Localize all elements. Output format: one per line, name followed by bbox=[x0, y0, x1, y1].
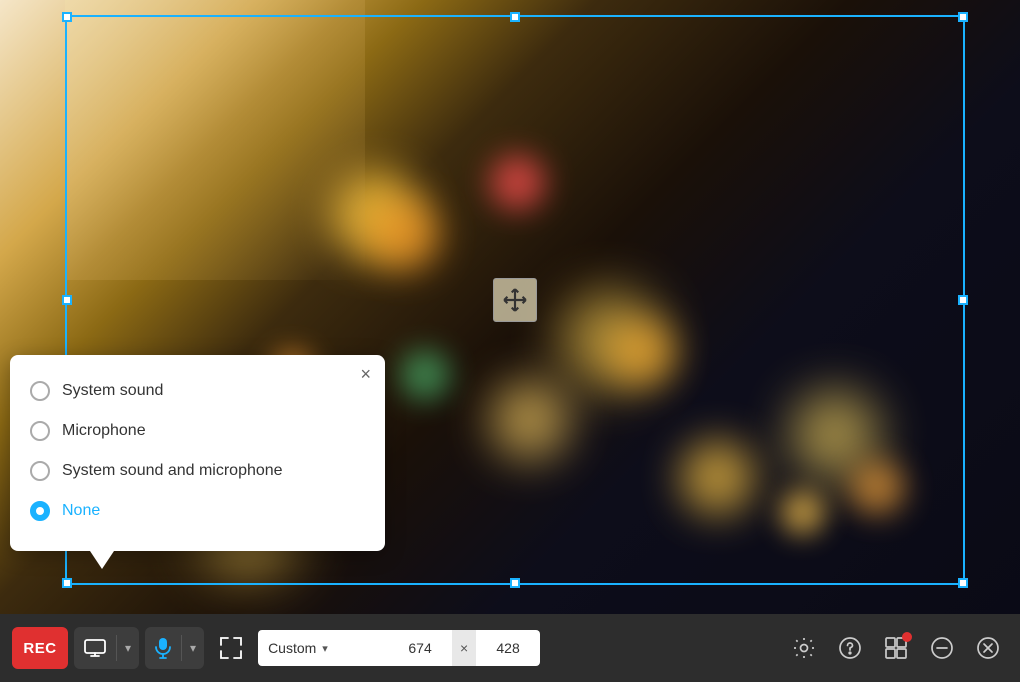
screen-chevron-icon: ▾ bbox=[125, 641, 131, 655]
dimension-controls: Custom ▾ × bbox=[258, 630, 540, 666]
mic-chevron-icon: ▾ bbox=[190, 641, 196, 655]
handle-bottom-left[interactable] bbox=[62, 578, 72, 588]
minimize-button[interactable] bbox=[922, 628, 962, 668]
option-none[interactable]: None bbox=[30, 491, 365, 531]
handle-top-center[interactable] bbox=[510, 12, 520, 22]
close-button[interactable] bbox=[968, 628, 1008, 668]
audio-popup: × System sound Microphone System sound a… bbox=[10, 355, 385, 551]
handle-middle-left[interactable] bbox=[62, 295, 72, 305]
width-input[interactable] bbox=[388, 630, 452, 666]
rec-button[interactable]: REC bbox=[12, 627, 68, 669]
settings-button[interactable] bbox=[784, 628, 824, 668]
microphone-button[interactable] bbox=[145, 627, 181, 669]
radio-none[interactable] bbox=[30, 501, 50, 521]
option-system-and-mic[interactable]: System sound and microphone bbox=[30, 451, 365, 491]
toolbar: REC ▾ ▾ bbox=[0, 614, 1020, 682]
option-system-sound-label: System sound bbox=[62, 382, 163, 400]
preset-dropdown[interactable]: Custom ▾ bbox=[258, 630, 388, 666]
popup-close-button[interactable]: × bbox=[360, 365, 371, 383]
microphone-group: ▾ bbox=[145, 627, 204, 669]
layout-button[interactable] bbox=[876, 628, 916, 668]
radio-system-and-mic[interactable] bbox=[30, 461, 50, 481]
handle-middle-right[interactable] bbox=[958, 295, 968, 305]
preset-label: Custom bbox=[268, 640, 316, 656]
handle-bottom-center[interactable] bbox=[510, 578, 520, 588]
move-handle[interactable] bbox=[493, 278, 537, 322]
mic-dropdown-button[interactable]: ▾ bbox=[182, 627, 204, 669]
option-none-label: None bbox=[62, 502, 100, 520]
expand-button[interactable] bbox=[210, 627, 252, 669]
option-system-and-mic-label: System sound and microphone bbox=[62, 462, 283, 480]
height-input[interactable] bbox=[476, 630, 540, 666]
option-microphone[interactable]: Microphone bbox=[30, 411, 365, 451]
handle-bottom-right[interactable] bbox=[958, 578, 968, 588]
help-button[interactable] bbox=[830, 628, 870, 668]
radio-microphone[interactable] bbox=[30, 421, 50, 441]
handle-top-left[interactable] bbox=[62, 12, 72, 22]
dimension-separator: × bbox=[452, 630, 476, 666]
option-system-sound[interactable]: System sound bbox=[30, 371, 365, 411]
radio-system-sound[interactable] bbox=[30, 381, 50, 401]
screen-capture-group: ▾ bbox=[74, 627, 139, 669]
option-microphone-label: Microphone bbox=[62, 422, 146, 440]
preset-arrow-icon: ▾ bbox=[322, 642, 328, 655]
notification-badge bbox=[902, 632, 912, 642]
screen-dropdown-button[interactable]: ▾ bbox=[117, 627, 139, 669]
screen-capture-button[interactable] bbox=[74, 627, 116, 669]
handle-top-right[interactable] bbox=[958, 12, 968, 22]
rec-label: REC bbox=[23, 640, 56, 657]
